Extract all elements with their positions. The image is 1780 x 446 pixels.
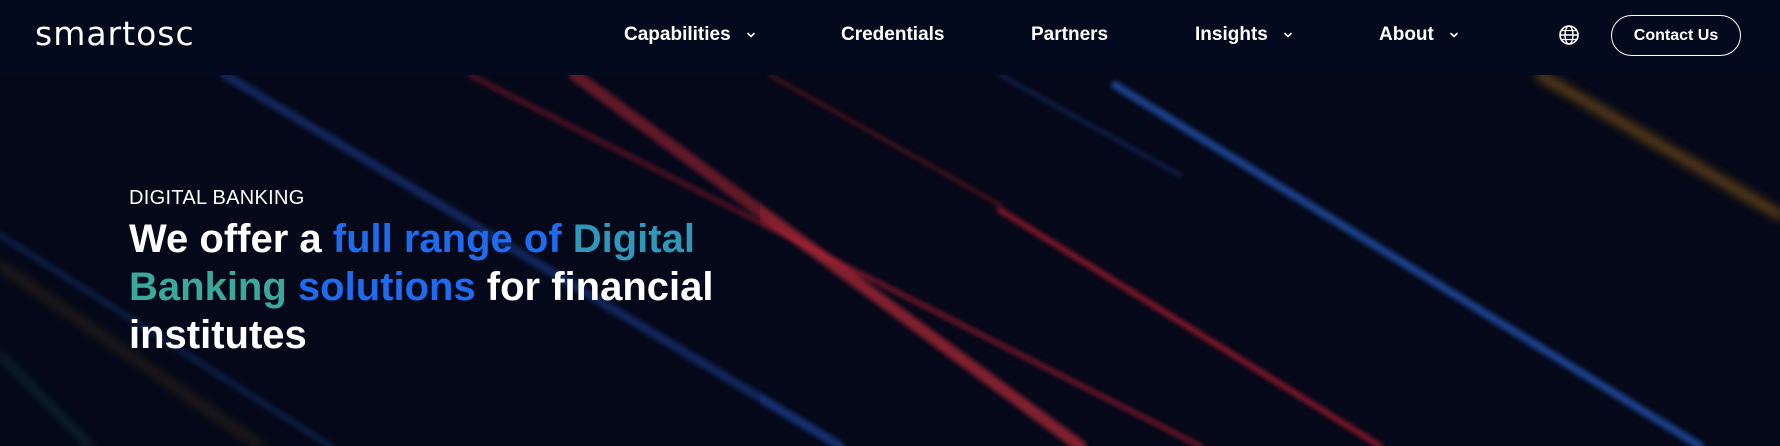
hero-eyebrow: DIGITAL BANKING xyxy=(129,187,305,209)
nav-about[interactable]: About xyxy=(1379,22,1460,48)
headline-part-1: We offer a xyxy=(129,217,333,261)
nav-insights-label: Insights xyxy=(1195,24,1268,45)
nav-insights[interactable]: Insights xyxy=(1195,22,1294,48)
contact-us-button[interactable]: Contact Us xyxy=(1611,15,1741,56)
headline-part-4: Banking xyxy=(129,265,287,309)
chevron-down-icon xyxy=(1450,32,1458,38)
chevron-down-icon xyxy=(1284,32,1292,38)
nav-capabilities-label: Capabilities xyxy=(624,24,731,45)
top-navigation-bar: smartosc Capabilities Credentials Partne… xyxy=(0,0,1780,75)
hero-banner: DIGITAL BANKING We offer a full range of… xyxy=(0,75,1780,446)
nav-partners-label: Partners xyxy=(1031,24,1109,45)
headline-part-3: Digital xyxy=(572,217,695,261)
smartosc-logo[interactable]: smartosc xyxy=(35,14,195,54)
nav-partners[interactable]: Partners xyxy=(1031,22,1108,48)
nav-about-label: About xyxy=(1379,24,1434,45)
nav-capabilities[interactable]: Capabilities xyxy=(624,22,757,48)
headline-part-2: full range of xyxy=(332,217,573,261)
chevron-down-icon xyxy=(746,32,755,38)
nav-credentials-label: Credentials xyxy=(841,24,945,45)
hero-headline: We offer a full range of Digital Banking … xyxy=(129,215,769,359)
globe-icon[interactable] xyxy=(1558,24,1580,46)
headline-part-5: solutions xyxy=(286,265,476,309)
nav-credentials[interactable]: Credentials xyxy=(841,22,944,48)
